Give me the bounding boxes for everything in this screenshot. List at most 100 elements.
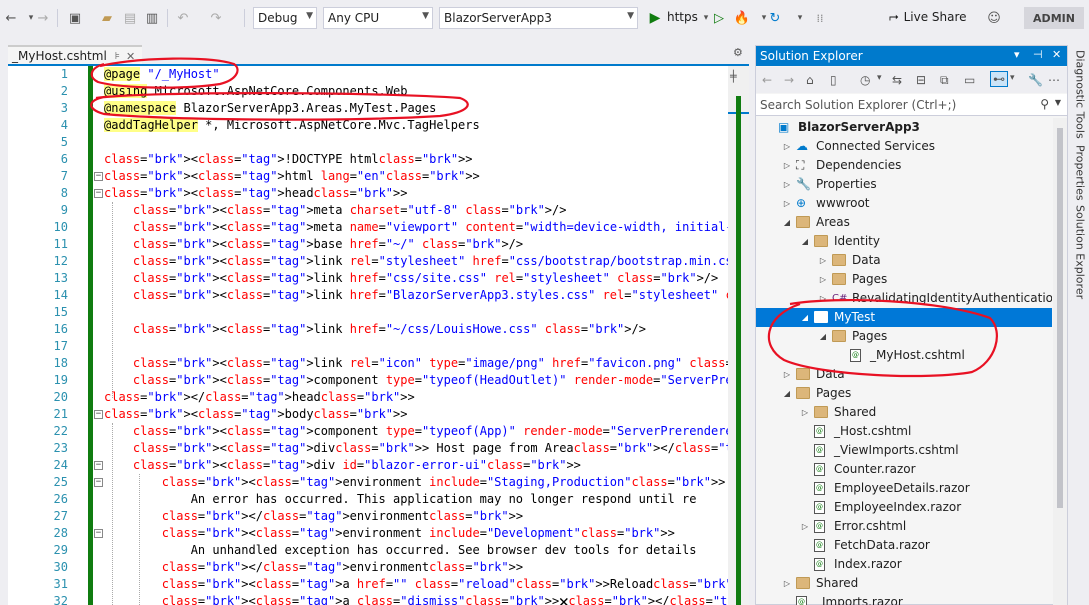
chevron-right-icon[interactable]: ▷ bbox=[782, 574, 792, 593]
code-view-icon[interactable]: ▭ bbox=[964, 73, 975, 87]
configuration-select[interactable]: Debug ▼ bbox=[253, 7, 317, 29]
search-icon[interactable]: ⚲ bbox=[1040, 97, 1049, 111]
code-editor[interactable]: 1 2 3 4 5 6 7 8 9 10 11 12 13 14 15 16 17 18 19 20 21 22 23 24 2… bbox=[8, 64, 749, 605]
chevron-down-icon[interactable]: ◢ bbox=[818, 327, 828, 346]
fold-head-icon[interactable]: − bbox=[94, 189, 103, 198]
tree-item[interactable]: @ _Imports.razor bbox=[756, 593, 1052, 605]
grid-icon[interactable]: ⁞⁞ bbox=[811, 9, 829, 27]
tree-item[interactable]: ▷ ⊕ wwwroot bbox=[756, 194, 1052, 213]
tree-item[interactable]: ◢ Pages bbox=[756, 327, 1052, 346]
fold-env2-icon[interactable]: − bbox=[94, 529, 103, 538]
tree-item[interactable]: ▷ Data bbox=[756, 251, 1052, 270]
tree-item[interactable]: ▷ ⛶ Dependencies bbox=[756, 156, 1052, 175]
run-profile-label[interactable]: https bbox=[667, 10, 698, 24]
tab-mytest-host[interactable]: _MyHost.cshtml ⊧ ✕ bbox=[8, 45, 142, 65]
sync-icon[interactable]: ⇆ bbox=[892, 73, 902, 87]
save-all-icon[interactable]: ▥ bbox=[143, 9, 161, 27]
chevron-right-icon[interactable]: ▷ bbox=[800, 403, 810, 422]
tab-properties[interactable]: Properties bbox=[1071, 145, 1089, 201]
new-item-icon[interactable]: ▣ bbox=[66, 9, 84, 27]
tree-item[interactable]: @ _ViewImports.cshtml bbox=[756, 441, 1052, 460]
pin-icon[interactable]: ⊧ bbox=[115, 51, 120, 62]
tab-diagnostic-tools[interactable]: Diagnostic Tools bbox=[1071, 50, 1089, 140]
pin-icon[interactable]: ⊣ bbox=[1033, 48, 1043, 61]
chevron-down-icon[interactable]: ▾ bbox=[877, 73, 882, 83]
tree-item[interactable]: @ _MyHost.cshtml bbox=[756, 346, 1052, 365]
tree-item[interactable]: ▷ C# RevalidatingIdentityAuthenticationSta… bbox=[756, 289, 1052, 308]
save-icon[interactable]: ▤ bbox=[121, 9, 139, 27]
fold-div-icon[interactable]: − bbox=[94, 461, 103, 470]
tree-item[interactable]: @ Index.razor bbox=[756, 555, 1052, 574]
redo-icon[interactable]: ↷ bbox=[207, 9, 225, 27]
switch-view-icon[interactable]: ▯ bbox=[830, 73, 837, 87]
fold-html-icon[interactable]: − bbox=[94, 172, 103, 181]
feedback-icon[interactable]: ☺ bbox=[985, 9, 1003, 27]
tree-item[interactable]: ▷ Pages bbox=[756, 270, 1052, 289]
user-badge[interactable]: ADMIN bbox=[1024, 7, 1084, 29]
tree-item[interactable]: @ EmployeeDetails.razor bbox=[756, 479, 1052, 498]
wrench-icon[interactable]: 🔧 bbox=[1028, 73, 1043, 87]
split-window-icon[interactable]: ╪ bbox=[730, 70, 737, 83]
tree-item[interactable]: ◢ Areas bbox=[756, 213, 1052, 232]
chevron-down-icon[interactable]: ◢ bbox=[800, 308, 810, 327]
chevron-right-icon[interactable]: ▷ bbox=[782, 156, 792, 175]
chevron-down-icon[interactable]: ◢ bbox=[800, 232, 810, 251]
forward-icon[interactable]: → bbox=[34, 9, 52, 27]
close-icon[interactable]: ✕ bbox=[126, 50, 135, 63]
startup-project-select[interactable]: BlazorServerApp3 ▼ bbox=[439, 7, 638, 29]
tree-item[interactable]: ▷ 🔧 Properties bbox=[756, 175, 1052, 194]
tree-item[interactable]: ▷ @ Error.cshtml bbox=[756, 517, 1052, 536]
chevron-right-icon[interactable]: ▷ bbox=[818, 270, 828, 289]
chevron-down-icon[interactable]: ▾ bbox=[1010, 73, 1015, 83]
tree-item[interactable]: @ _Host.cshtml bbox=[756, 422, 1052, 441]
fold-env1-icon[interactable]: − bbox=[94, 478, 103, 487]
tree-item[interactable]: ▷ Shared bbox=[756, 574, 1052, 593]
chevron-right-icon[interactable]: ▷ bbox=[782, 194, 792, 213]
tree-item[interactable]: @ Counter.razor bbox=[756, 460, 1052, 479]
tree-item[interactable]: ◢ MyTest bbox=[756, 308, 1052, 327]
search-input[interactable]: Search Solution Explorer (Ctrl+;) ⚲ ▼ bbox=[756, 94, 1067, 116]
chevron-right-icon[interactable]: ▷ bbox=[782, 365, 792, 384]
forward-icon[interactable]: → bbox=[784, 73, 794, 87]
close-icon[interactable]: ✕ bbox=[1052, 48, 1061, 61]
start-without-debug-icon[interactable]: ▷ bbox=[710, 9, 728, 27]
tree-item[interactable]: ▷ ☁ Connected Services bbox=[756, 137, 1052, 156]
chevron-down-icon[interactable]: ◢ bbox=[782, 384, 792, 403]
fold-body-icon[interactable]: − bbox=[94, 410, 103, 419]
chevron-right-icon[interactable]: ▷ bbox=[800, 517, 810, 536]
chevron-down-icon[interactable]: ◢ bbox=[782, 213, 792, 232]
editor-scrollbar[interactable]: ╪ bbox=[728, 66, 749, 605]
chevron-right-icon[interactable]: ▷ bbox=[818, 289, 828, 308]
open-icon[interactable]: ▰ bbox=[98, 9, 116, 27]
platform-select[interactable]: Any CPU ▼ bbox=[323, 7, 433, 29]
pending-changes-icon[interactable]: ◷ bbox=[860, 73, 870, 87]
chevron-down-icon[interactable]: ▾ bbox=[1014, 48, 1020, 61]
show-all-files-icon[interactable]: ⧉ bbox=[940, 73, 949, 88]
tree-item[interactable]: @ EmployeeIndex.razor bbox=[756, 498, 1052, 517]
chevron-down-icon[interactable]: ▼ bbox=[1055, 98, 1061, 107]
restart-dropdown-icon[interactable]: ▾ bbox=[791, 9, 809, 27]
settings-icon[interactable]: ⚙ bbox=[733, 46, 743, 59]
overflow-icon[interactable]: ⋯ bbox=[1048, 73, 1060, 87]
tree-item[interactable]: ▷ Data bbox=[756, 365, 1052, 384]
collapse-all-icon[interactable]: ⊟ bbox=[916, 73, 926, 87]
restart-icon[interactable]: ↻ bbox=[766, 9, 784, 27]
tree-item[interactable]: ◢ Pages bbox=[756, 384, 1052, 403]
tree-item[interactable]: @ FetchData.razor bbox=[756, 536, 1052, 555]
home-icon[interactable]: ⌂ bbox=[806, 73, 814, 87]
back-icon[interactable]: ← bbox=[762, 73, 772, 87]
tree-scrollbar[interactable] bbox=[1053, 118, 1067, 605]
hot-reload-icon[interactable]: 🔥 bbox=[733, 9, 751, 27]
chevron-right-icon[interactable]: ▷ bbox=[782, 137, 792, 156]
back-icon[interactable]: ← bbox=[2, 9, 20, 27]
live-share-button[interactable]: ⮣ Live Share bbox=[889, 9, 967, 24]
tab-solution-explorer[interactable]: Solution Explorer bbox=[1071, 205, 1089, 300]
tree-item[interactable]: ◢ Identity bbox=[756, 232, 1052, 251]
play-icon[interactable]: ▶ bbox=[646, 9, 664, 27]
undo-icon[interactable]: ↶ bbox=[174, 9, 192, 27]
tree-item[interactable]: ▣ BlazorServerApp3 bbox=[756, 118, 1052, 137]
tree-item[interactable]: ▷ Shared bbox=[756, 403, 1052, 422]
preview-icon[interactable]: ⊷ bbox=[990, 71, 1008, 87]
chevron-right-icon[interactable]: ▷ bbox=[782, 175, 792, 194]
chevron-right-icon[interactable]: ▷ bbox=[818, 251, 828, 270]
